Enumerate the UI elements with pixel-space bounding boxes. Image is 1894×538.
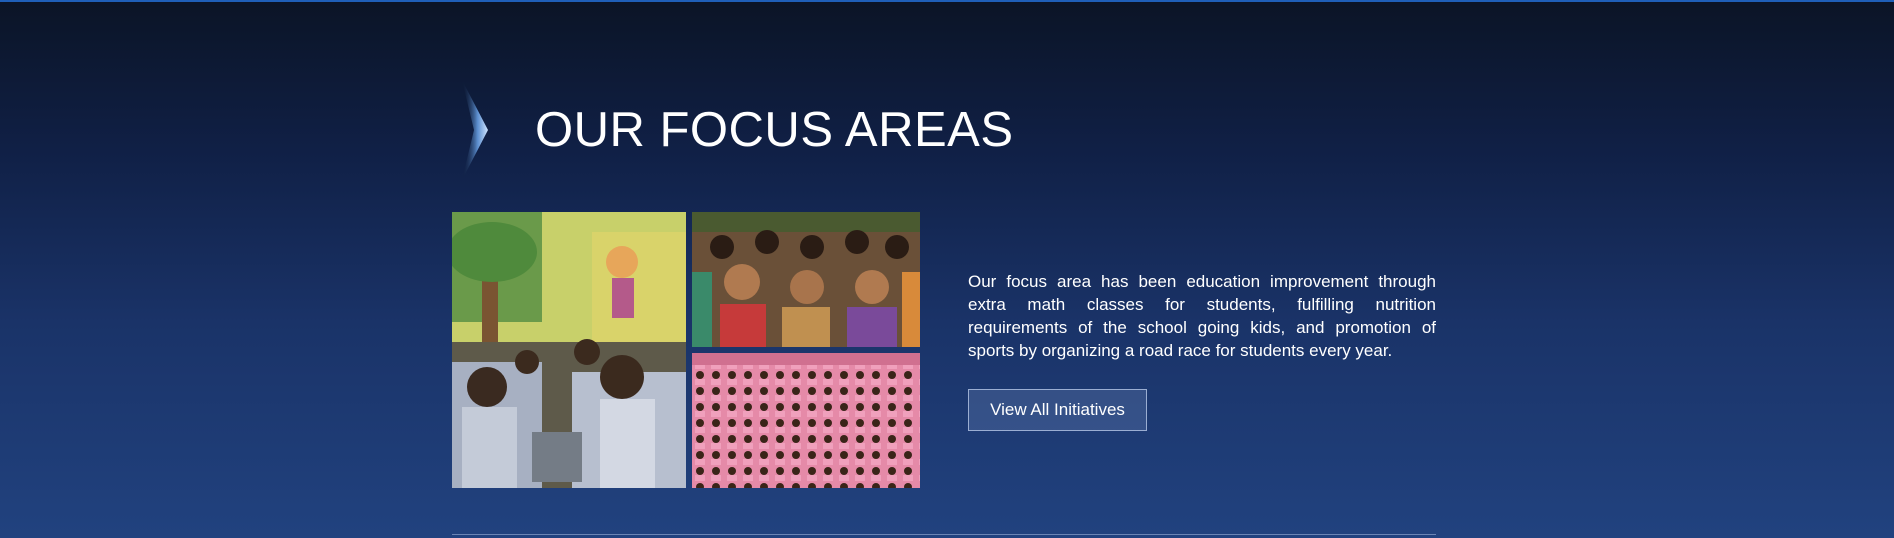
chevron-right-icon xyxy=(462,80,488,180)
crowd-of-children-photo xyxy=(692,353,920,488)
top-accent-line xyxy=(0,0,1894,2)
view-all-initiatives-button[interactable]: View All Initiatives xyxy=(968,389,1147,431)
focus-description: Our focus area has been education improv… xyxy=(968,272,1436,360)
girls-raising-hands-photo xyxy=(692,212,920,347)
classroom-students-photo xyxy=(452,212,686,488)
section-title: OUR FOCUS AREAS xyxy=(535,103,1014,157)
divider xyxy=(452,534,1436,535)
